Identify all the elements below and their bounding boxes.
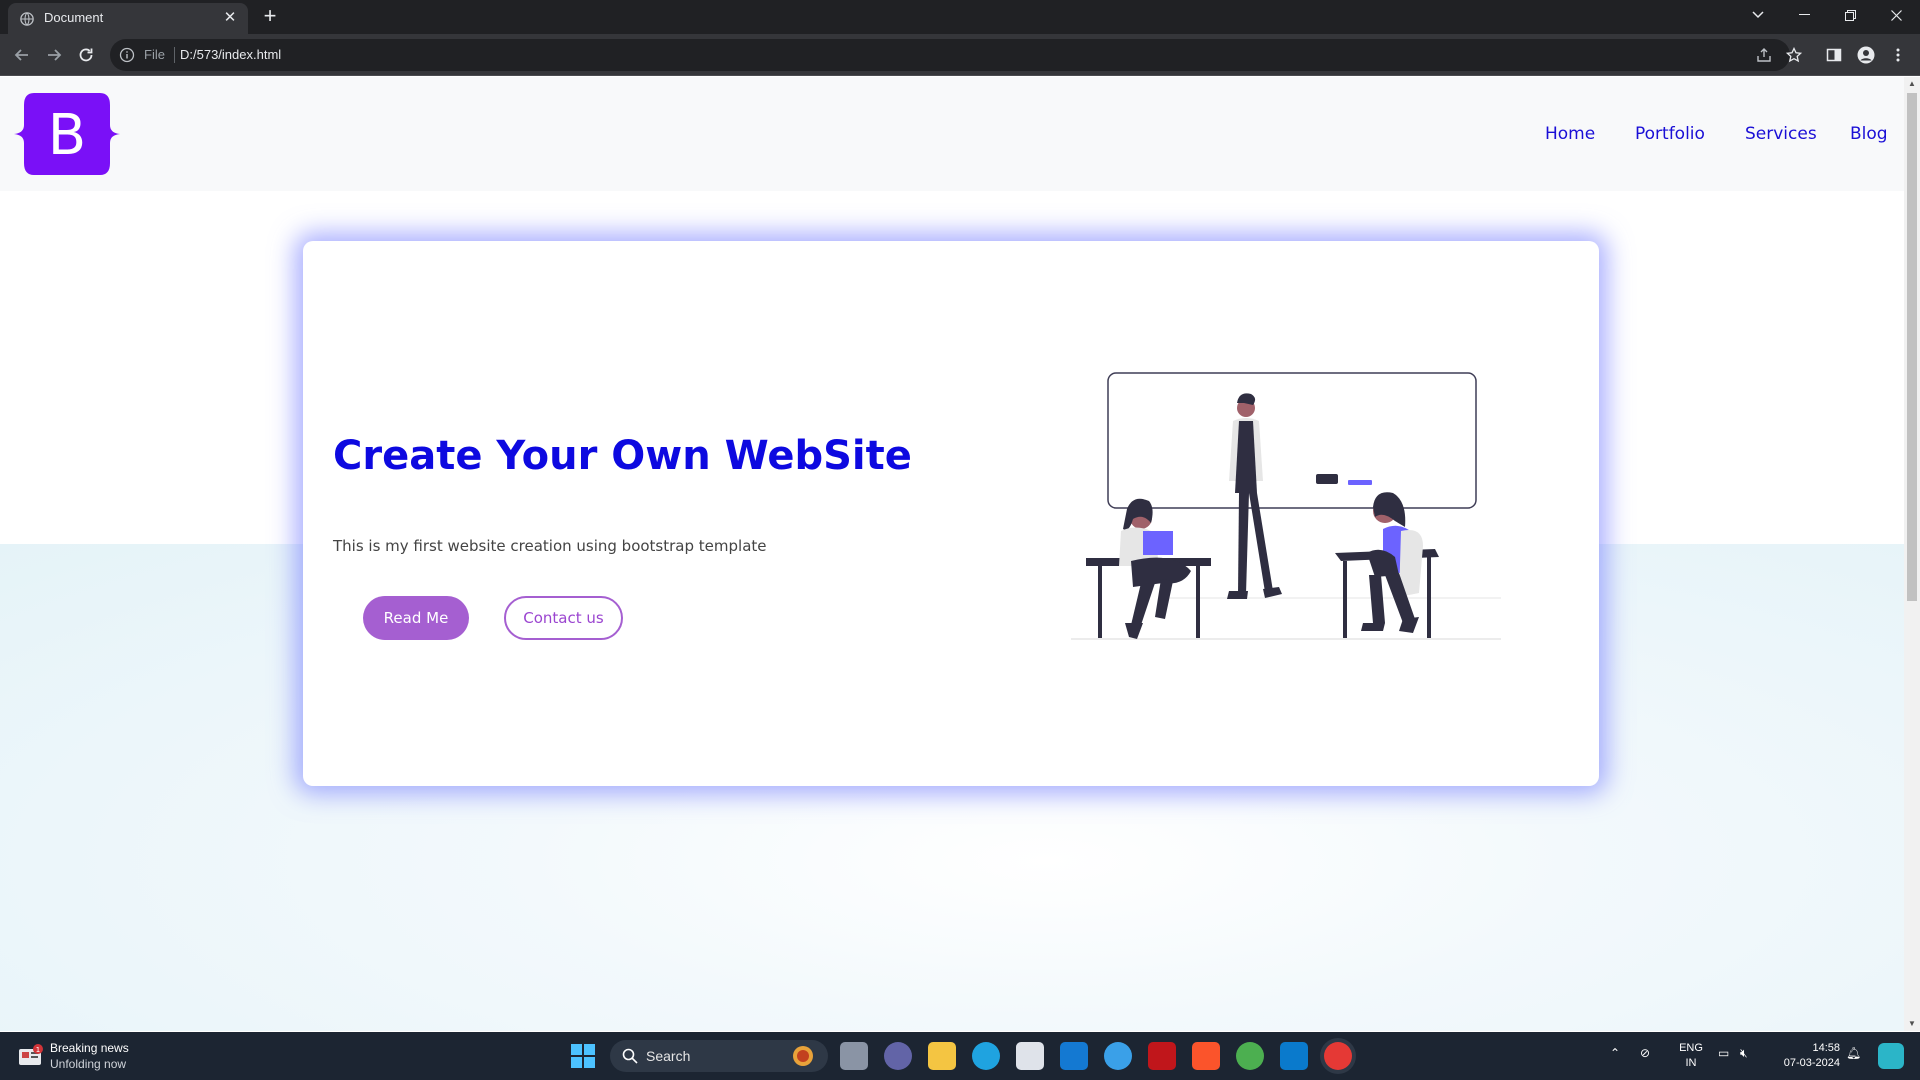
bootstrap-logo[interactable]: B [12,89,122,179]
input-language[interactable]: ENG IN [1676,1041,1706,1071]
close-window-button[interactable] [1874,0,1918,30]
url-scheme-label: File [144,47,165,62]
nav-link-portfolio[interactable]: Portfolio [1635,124,1705,144]
hero-title: Create Your Own WebSite [333,433,912,479]
menu-kebab-icon[interactable] [1884,41,1912,69]
news-title[interactable]: Breaking news [50,1041,129,1055]
share-icon[interactable] [1750,41,1778,69]
clock-date: 07-03-2024 [1783,1057,1840,1069]
system-clock[interactable]: 14:58 07-03-2024 [1770,1041,1840,1071]
nav-link-services[interactable]: Services [1745,124,1817,144]
browser-tab-strip: Document ✕ + [0,0,1920,34]
tab-title: Document [44,10,104,25]
speaker-muted-icon[interactable]: 🔇︎ [1740,1046,1748,1061]
back-arrow-icon[interactable] [8,41,36,69]
task-view-icon[interactable] [840,1042,868,1070]
language-code: ENG [1679,1042,1703,1054]
site-navbar: B Home Portfolio Services Blog [0,77,1904,191]
vscode-icon[interactable] [1280,1042,1308,1070]
minimize-button[interactable] [1782,0,1826,30]
news-subtitle[interactable]: Unfolding now [50,1057,126,1071]
microsoft-store-icon[interactable] [1016,1042,1044,1070]
chrome-icon[interactable] [1236,1042,1264,1070]
scroll-up-arrow-icon[interactable]: ▲ [1904,77,1920,91]
tab-search-chevron-icon[interactable] [1736,0,1780,30]
tray-chevron-up-icon[interactable]: ⌃ [1610,1046,1620,1060]
scroll-down-arrow-icon[interactable]: ▼ [1904,1017,1920,1031]
brave-browser-icon[interactable] [1192,1042,1220,1070]
help-app-icon[interactable] [1104,1042,1132,1070]
address-bar[interactable]: File D:/573/index.html [110,39,1802,71]
hero-description: This is my first website creation using … [333,537,767,555]
address-separator [174,47,175,63]
notification-bell-icon[interactable]: 🔔︎ [1846,1046,1861,1060]
contact-us-button[interactable]: Contact us [504,596,623,640]
nav-link-home[interactable]: Home [1545,124,1595,144]
globe-icon [20,12,34,26]
forward-arrow-icon[interactable] [40,41,68,69]
read-me-button[interactable]: Read Me [363,596,469,640]
profile-avatar-icon[interactable] [1852,41,1880,69]
search-label: Search [646,1048,691,1064]
url-text[interactable]: D:/573/index.html [180,47,281,62]
new-tab-button[interactable]: + [258,5,282,29]
page-scrollbar[interactable]: ▲ ▼ [1904,77,1920,1031]
close-tab-icon[interactable]: ✕ [220,8,240,28]
browser-tab[interactable]: Document ✕ [8,3,248,34]
reload-icon[interactable] [72,41,100,69]
nav-link-blog[interactable]: Blog [1850,124,1888,144]
team-meeting-illustration [1071,372,1501,640]
teams-chat-icon[interactable] [884,1042,912,1070]
brand-letter: B [48,103,86,168]
mcafee-icon[interactable] [1148,1042,1176,1070]
taskbar-search-box[interactable]: Search [610,1040,828,1072]
restore-button[interactable] [1828,0,1872,30]
windows-taskbar: 1 Breaking news Unfolding now Search ⌃ ⊘… [0,1032,1920,1080]
hero-card: Create Your Own WebSite This is my first… [303,241,1599,786]
browser-toolbar: File D:/573/index.html [0,34,1920,76]
region-code: IN [1685,1057,1697,1069]
chrome-active-icon[interactable] [1324,1042,1352,1070]
network-off-icon[interactable]: ⊘ [1640,1046,1650,1060]
news-badge: 1 [36,1046,40,1054]
page-viewport: B Home Portfolio Services Blog Create Yo… [0,77,1904,1031]
edge-browser-icon[interactable] [972,1042,1000,1070]
mlp-app-icon[interactable] [1060,1042,1088,1070]
search-highlight-icon [793,1046,813,1066]
file-explorer-icon[interactable] [928,1042,956,1070]
search-icon [622,1048,638,1064]
windows-start-icon[interactable] [571,1044,595,1068]
info-icon[interactable] [118,46,136,64]
news-widget-icon[interactable]: 1 [18,1044,44,1068]
bookmark-star-icon[interactable] [1780,41,1808,69]
clock-time: 14:58 [1812,1042,1840,1054]
side-panel-icon[interactable] [1820,41,1848,69]
display-icon[interactable]: ▭ [1718,1046,1729,1060]
scrollbar-thumb[interactable] [1907,93,1917,601]
copilot-icon[interactable] [1878,1043,1904,1069]
